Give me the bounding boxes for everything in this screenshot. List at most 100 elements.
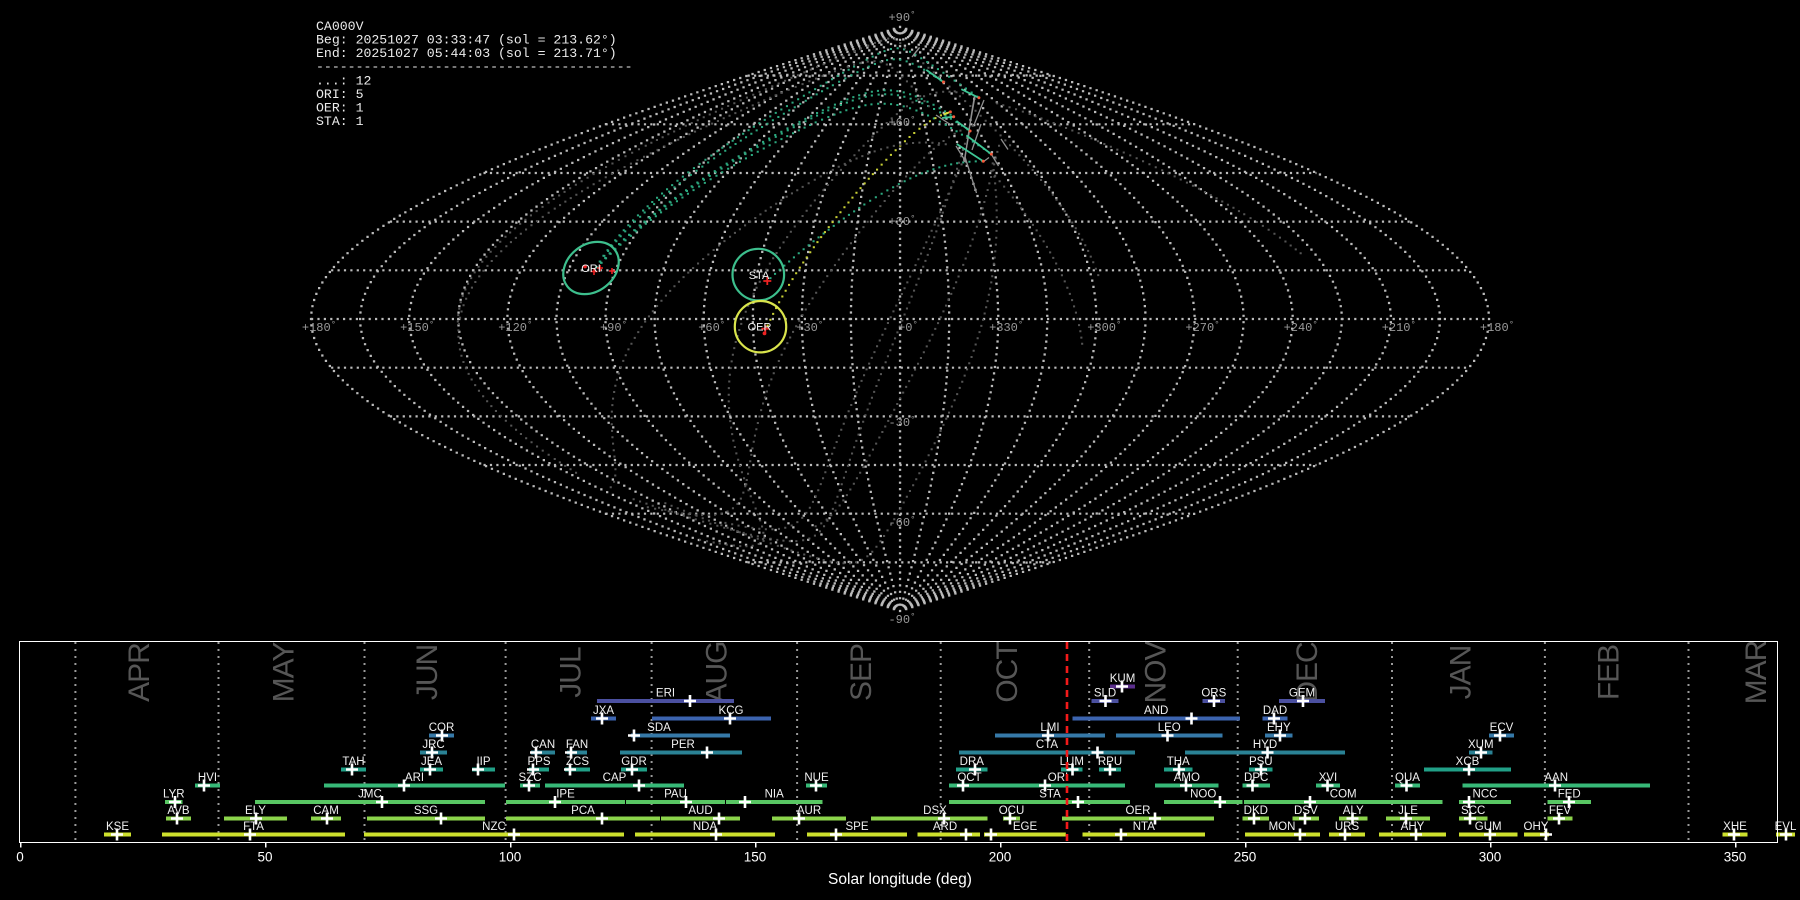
svg-text:QUA: QUA <box>1395 772 1420 784</box>
svg-text:GEM: GEM <box>1289 688 1315 700</box>
svg-text:------------------------------: ---------------------------------------- <box>316 60 633 75</box>
svg-text:OCT: OCT <box>991 642 1024 703</box>
svg-text:SEP: SEP <box>845 644 878 701</box>
svg-text:AMO: AMO <box>1174 772 1200 784</box>
svg-text:50: 50 <box>257 850 272 865</box>
svg-text:OHY: OHY <box>1524 821 1549 833</box>
svg-text:STA: STA <box>749 270 770 282</box>
svg-text:LEO: LEO <box>1158 722 1181 734</box>
svg-text:GUM: GUM <box>1475 821 1502 833</box>
svg-text:DSX: DSX <box>923 805 947 817</box>
svg-text:NOO: NOO <box>1190 789 1216 801</box>
svg-text:LUM: LUM <box>1060 756 1084 768</box>
svg-text:KSE: KSE <box>106 821 129 833</box>
svg-text:FAN: FAN <box>566 739 588 751</box>
svg-text:JEA: JEA <box>421 756 442 768</box>
svg-text:AUG: AUG <box>700 641 733 703</box>
svg-text:ORI: ORI <box>1048 772 1068 784</box>
svg-text:AUR: AUR <box>797 805 821 817</box>
svg-text:URS: URS <box>1335 821 1360 833</box>
svg-text:DAD: DAD <box>1263 705 1287 717</box>
svg-text:ORS: ORS <box>1201 688 1226 700</box>
svg-text:OCU: OCU <box>999 805 1025 817</box>
svg-text:IIP: IIP <box>476 756 490 768</box>
svg-text:ECV: ECV <box>1490 722 1514 734</box>
svg-text:0: 0 <box>16 850 24 865</box>
svg-text:PAU: PAU <box>664 789 687 801</box>
svg-text:JUL: JUL <box>555 647 588 698</box>
svg-text:NDA: NDA <box>693 821 718 833</box>
svg-text:ORI: ORI <box>581 263 601 275</box>
svg-text:NZC: NZC <box>482 821 506 833</box>
svg-text:LMI: LMI <box>1040 722 1059 734</box>
svg-text:TAH: TAH <box>342 756 364 768</box>
svg-text:STA: STA <box>1039 789 1061 801</box>
svg-text:ARI: ARI <box>405 772 424 784</box>
svg-text:XVI: XVI <box>1319 772 1338 784</box>
svg-text:NOV: NOV <box>1139 641 1172 704</box>
svg-text:KCG: KCG <box>719 705 744 717</box>
svg-text:DSV: DSV <box>1294 805 1318 817</box>
svg-text:FTA: FTA <box>243 821 264 833</box>
svg-text:150: 150 <box>744 850 767 865</box>
svg-text:SSG: SSG <box>414 805 438 817</box>
svg-text:KUM: KUM <box>1110 673 1136 685</box>
svg-text:NCC: NCC <box>1473 789 1498 801</box>
svg-text:200: 200 <box>989 850 1012 865</box>
svg-text:STA: 1: STA: 1 <box>316 114 364 129</box>
svg-text:EGE: EGE <box>1013 821 1038 833</box>
svg-text:AHY: AHY <box>1401 821 1425 833</box>
svg-text:100: 100 <box>499 850 522 865</box>
svg-text:ZCS: ZCS <box>566 756 589 768</box>
svg-text:SPE: SPE <box>845 821 868 833</box>
svg-text:JUN: JUN <box>411 645 444 700</box>
svg-text:MAR: MAR <box>1740 640 1773 704</box>
svg-text:AVB: AVB <box>167 805 189 817</box>
svg-text:FEV: FEV <box>1549 805 1572 817</box>
svg-text:XUM: XUM <box>1468 739 1494 751</box>
svg-text:XCB: XCB <box>1456 756 1480 768</box>
svg-text:350: 350 <box>1724 850 1747 865</box>
svg-text:JMC: JMC <box>358 789 382 801</box>
svg-text:OER: OER <box>1126 805 1151 817</box>
svg-text:OCT: OCT <box>957 772 981 784</box>
svg-text:PPS: PPS <box>527 756 550 768</box>
svg-text:HVI: HVI <box>198 772 217 784</box>
svg-text:HYD: HYD <box>1253 739 1277 751</box>
svg-text:EHY: EHY <box>1267 722 1291 734</box>
svg-text:CTA: CTA <box>1036 739 1058 751</box>
svg-text:SZC: SZC <box>519 772 542 784</box>
svg-text:AUD: AUD <box>688 805 712 817</box>
svg-text:PCA: PCA <box>571 805 595 817</box>
svg-text:FED: FED <box>1558 789 1581 801</box>
svg-text:SLD: SLD <box>1094 688 1116 700</box>
svg-text:ELY: ELY <box>245 805 266 817</box>
svg-text:300: 300 <box>1479 850 1502 865</box>
svg-text:AND: AND <box>1144 705 1168 717</box>
svg-text:DRA: DRA <box>960 756 985 768</box>
svg-text:THA: THA <box>1167 756 1190 768</box>
svg-text:DKD: DKD <box>1244 805 1268 817</box>
svg-text:250: 250 <box>1234 850 1257 865</box>
svg-text:CAM: CAM <box>313 805 339 817</box>
svg-text:Solar longitude (deg): Solar longitude (deg) <box>828 871 972 888</box>
svg-text:IPE: IPE <box>556 789 575 801</box>
svg-text:SDA: SDA <box>647 722 671 734</box>
svg-text:RPU: RPU <box>1098 756 1122 768</box>
svg-text:NTA: NTA <box>1133 821 1155 833</box>
svg-text:MON: MON <box>1269 821 1296 833</box>
svg-text:XHE: XHE <box>1723 821 1747 833</box>
svg-text:JAN: JAN <box>1444 646 1477 700</box>
svg-text:ARD: ARD <box>933 821 957 833</box>
svg-text:ALY: ALY <box>1343 805 1364 817</box>
svg-text:GDR: GDR <box>621 756 647 768</box>
svg-text:SCC: SCC <box>1461 805 1485 817</box>
svg-text:DPC: DPC <box>1244 772 1268 784</box>
svg-text:JLE: JLE <box>1398 805 1418 817</box>
svg-text:NUE: NUE <box>804 772 829 784</box>
svg-text:LYR: LYR <box>163 789 185 801</box>
svg-text:JRC: JRC <box>422 739 444 751</box>
svg-text:CAP: CAP <box>603 772 627 784</box>
svg-text:PSU: PSU <box>1249 756 1273 768</box>
svg-text:JXA: JXA <box>593 705 614 717</box>
